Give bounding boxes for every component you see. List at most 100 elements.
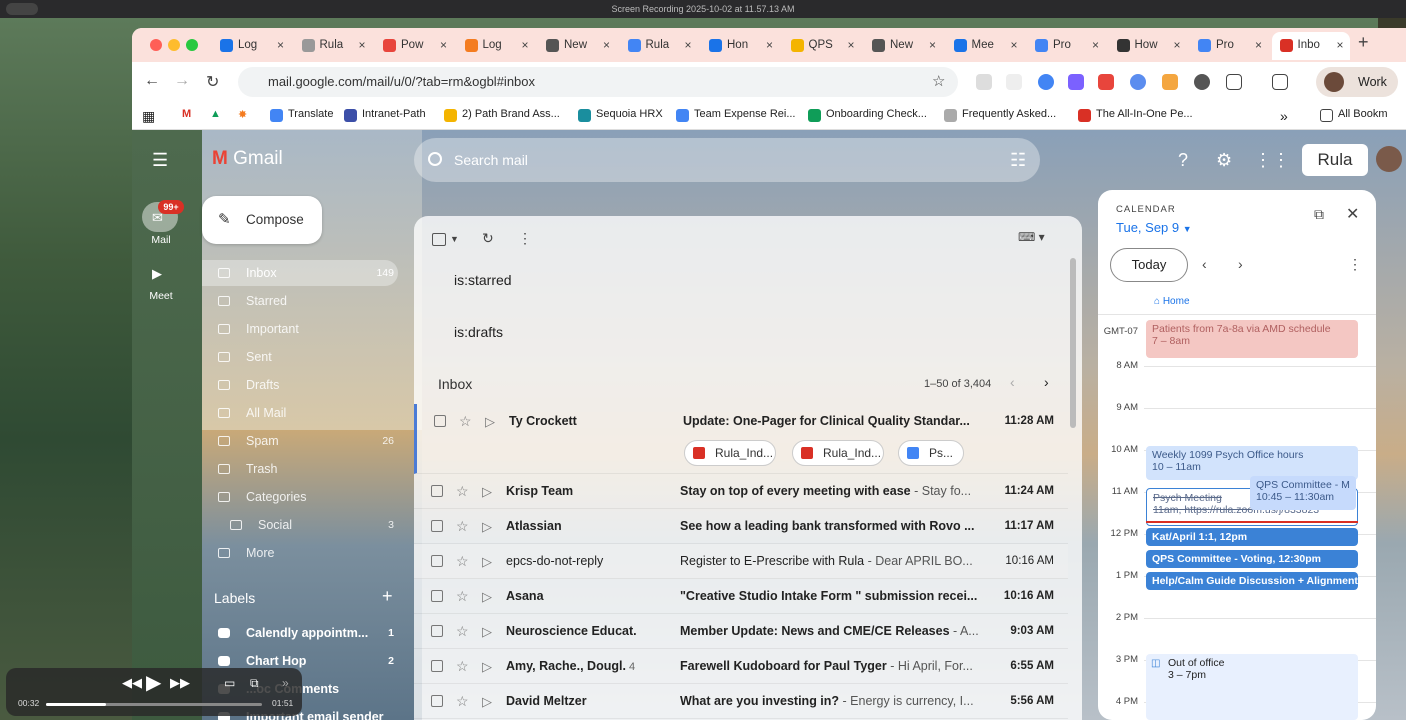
more-options-icon[interactable]: ⋮ (518, 230, 532, 247)
row-checkbox[interactable] (431, 590, 443, 602)
tab-close-icon[interactable]: × (766, 32, 773, 58)
row-checkbox[interactable] (431, 660, 443, 672)
rewind-icon[interactable]: ◀◀ (122, 675, 142, 691)
extension-icon[interactable] (1038, 74, 1054, 90)
search-icon[interactable] (428, 152, 442, 166)
star-icon[interactable]: ☆ (459, 404, 472, 439)
next-day-icon[interactable]: › (1238, 256, 1243, 272)
search-suggestion[interactable]: is:starred (454, 272, 512, 288)
nav-item-sent[interactable]: Sent (202, 344, 398, 370)
extension-icon[interactable] (1194, 74, 1210, 90)
calendar-event[interactable]: Weekly 1099 Psych Office hours 10 – 11am (1146, 446, 1358, 480)
newer-page-icon[interactable]: ‹ (1010, 374, 1015, 390)
table-row[interactable]: ☆ ▷ David Meltzer What are you investing in… (414, 684, 1068, 719)
nav-item-all-mail[interactable]: All Mail (202, 400, 398, 426)
row-checkbox[interactable] (431, 695, 443, 707)
important-marker-icon[interactable]: ▷ (482, 579, 492, 614)
table-row[interactable]: ☆ ▷ Neuroscience Educat. Member Update: New… (414, 614, 1068, 649)
nav-item-categories[interactable]: Categories (202, 484, 398, 510)
nav-item-social[interactable]: Social 3 (202, 512, 398, 538)
star-icon[interactable]: ☆ (456, 509, 469, 544)
star-icon[interactable]: ☆ (456, 474, 469, 509)
star-icon[interactable]: ☆ (456, 544, 469, 579)
browser-tab[interactable]: Mee × (946, 32, 1024, 60)
message-list-scrollbar[interactable] (1070, 258, 1076, 428)
picture-in-picture-icon[interactable]: ⧉ (250, 676, 259, 691)
table-row[interactable]: ☆ ▷ epcs-do-not-reply Register to E-Prescri… (414, 544, 1068, 579)
table-row[interactable]: ☆ ▷ Asana "Creative Studio Intake Form " su… (414, 579, 1068, 614)
search-suggestion[interactable]: is:drafts (454, 324, 503, 340)
attachment-chip[interactable]: Rula_Ind... (684, 440, 776, 466)
important-marker-icon[interactable]: ▷ (485, 404, 495, 439)
bookmark-item[interactable]: Intranet-Path (344, 108, 426, 122)
extensions-puzzle-icon[interactable] (1226, 74, 1242, 90)
airplay-icon[interactable]: ▭ (224, 676, 235, 690)
gmail-logo[interactable]: M Gmail (212, 148, 283, 170)
browser-tab[interactable]: Log × (457, 32, 535, 60)
calendar-event[interactable]: Kat/April 1:1, 12pm (1146, 528, 1358, 546)
extension-icon[interactable] (976, 74, 992, 90)
calendar-date-picker[interactable]: Tue, Sep 9 ▼ (1116, 220, 1192, 235)
tab-close-icon[interactable]: × (1092, 32, 1099, 58)
bookmark-item[interactable]: Sequoia HRX (578, 108, 663, 122)
browser-tab[interactable]: New × (864, 32, 942, 60)
working-location-chip[interactable]: ⌂ Home (1154, 296, 1190, 307)
label-item[interactable]: Calendly appointm... 1 (202, 620, 398, 646)
side-panel-icon[interactable] (1272, 74, 1288, 90)
extension-icon[interactable] (1162, 74, 1178, 90)
bookmark-star-icon[interactable]: ☆ (932, 72, 945, 90)
main-menu-icon[interactable]: ☰ (152, 150, 168, 171)
row-checkbox[interactable] (431, 625, 443, 637)
tab-close-icon[interactable]: × (521, 32, 528, 58)
tab-close-icon[interactable]: × (1010, 32, 1017, 58)
older-page-icon[interactable]: › (1044, 374, 1049, 390)
bookmark-item[interactable]: Onboarding Check... (808, 108, 927, 122)
address-bar[interactable]: mail.google.com/mail/u/0/?tab=rm&ogbl#in… (238, 67, 958, 97)
bookmark-item[interactable]: 2) Path Brand Ass... (444, 108, 560, 122)
tab-close-icon[interactable]: × (603, 32, 610, 58)
search-input[interactable]: Search mail (414, 138, 1040, 182)
browser-tab[interactable]: Log × (212, 32, 290, 60)
close-window-button[interactable] (150, 39, 162, 51)
nav-item-important[interactable]: Important (202, 316, 398, 342)
important-marker-icon[interactable]: ▷ (482, 649, 492, 684)
bookmark-item[interactable]: The All-In-One Pe... (1078, 108, 1193, 122)
nav-item-drafts[interactable]: Drafts (202, 372, 398, 398)
tab-close-icon[interactable]: × (358, 32, 365, 58)
browser-tab[interactable]: Rula × (620, 32, 698, 60)
calendar-event[interactable]: Patients from 7a-8a via AMD schedule 7 – … (1146, 320, 1358, 358)
row-checkbox[interactable] (431, 520, 443, 532)
tab-close-icon[interactable]: × (929, 32, 936, 58)
more-icon[interactable]: » (282, 676, 289, 690)
meet-icon[interactable]: ▶ (152, 266, 162, 282)
fast-forward-icon[interactable]: ▶▶ (170, 675, 190, 691)
add-label-icon[interactable]: + (382, 586, 393, 607)
star-icon[interactable]: ☆ (456, 684, 469, 719)
bookmark-icon[interactable]: ✸ (238, 108, 247, 121)
play-icon[interactable]: ▶ (146, 670, 161, 695)
extension-icon[interactable] (1006, 74, 1022, 90)
tab-close-icon[interactable]: × (684, 32, 691, 58)
gmail-bookmark-icon[interactable]: M (182, 108, 191, 120)
browser-tab[interactable]: Pro × (1190, 32, 1268, 60)
more-bookmarks-icon[interactable]: » (1280, 108, 1288, 124)
input-tools-icon[interactable]: ⌨ ▾ (1018, 230, 1045, 244)
browser-tab[interactable]: How × (1109, 32, 1187, 60)
settings-gear-icon[interactable]: ⚙ (1216, 150, 1232, 171)
browser-tab[interactable]: Pow × (375, 32, 453, 60)
close-icon[interactable]: ✕ (1346, 204, 1359, 224)
row-checkbox[interactable] (434, 415, 446, 427)
extension-icon[interactable] (1068, 74, 1084, 90)
apps-grid-icon[interactable]: ⋮⋮ (1254, 150, 1290, 171)
select-dropdown-icon[interactable]: ▼ (450, 234, 459, 244)
important-marker-icon[interactable]: ▷ (482, 474, 492, 509)
attachment-chip[interactable]: Ps... (898, 440, 964, 466)
calendar-event[interactable]: ◫ Out of office 3 – 7pm (1146, 654, 1358, 720)
row-checkbox[interactable] (431, 485, 443, 497)
important-marker-icon[interactable]: ▷ (482, 509, 492, 544)
tab-close-icon[interactable]: × (440, 32, 447, 58)
today-button[interactable]: Today (1110, 248, 1188, 282)
attachment-chip[interactable]: Rula_Ind... (792, 440, 884, 466)
all-bookmarks-folder[interactable]: All Bookm (1320, 108, 1388, 122)
drive-bookmark-icon[interactable]: ▲ (210, 108, 221, 120)
